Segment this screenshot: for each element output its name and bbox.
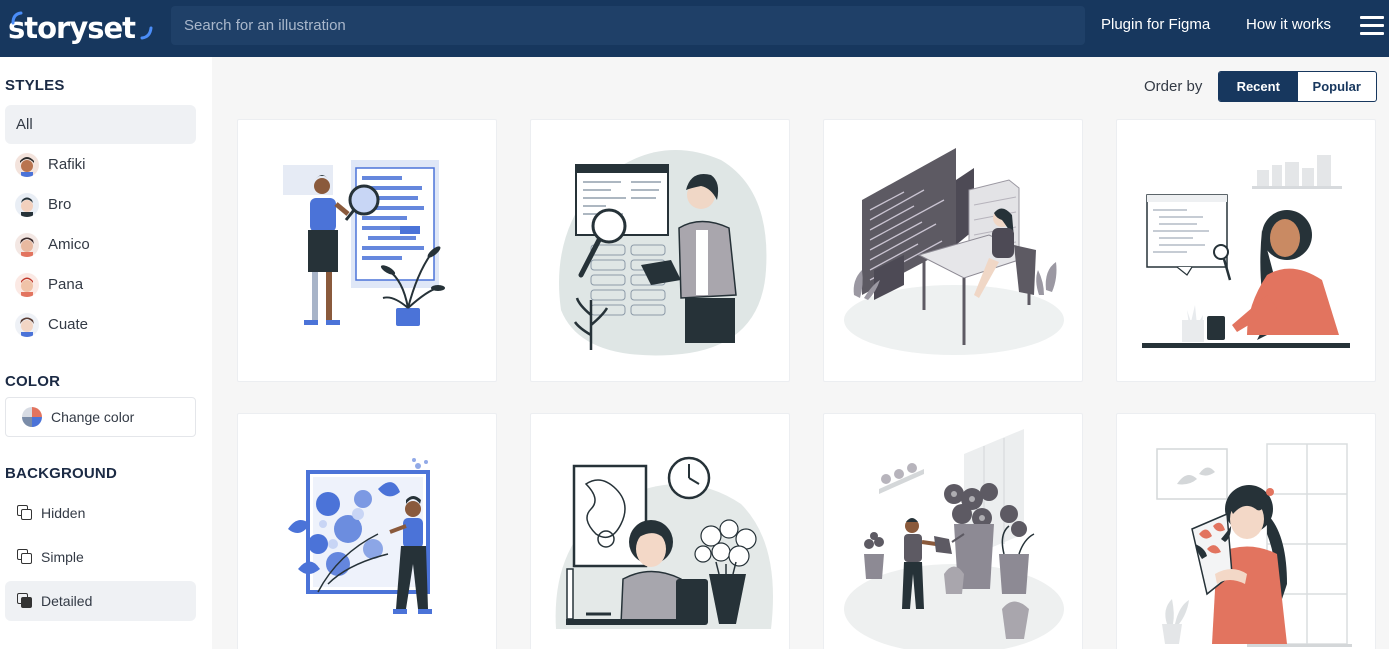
- style-item-label: Cuate: [48, 316, 89, 333]
- search-input[interactable]: [184, 17, 1085, 34]
- top-bar: storyset Plugin for Figma How it works: [0, 0, 1389, 57]
- style-item-bro[interactable]: Bro: [5, 185, 196, 224]
- color-wheel-icon: [22, 407, 42, 427]
- style-item-rafiki[interactable]: Rafiki: [5, 145, 196, 184]
- style-item-label: Rafiki: [48, 156, 86, 173]
- order-recent-button[interactable]: Recent: [1219, 72, 1298, 101]
- background-detailed[interactable]: Detailed: [5, 581, 196, 621]
- style-item-label: All: [16, 116, 33, 133]
- illustration-card[interactable]: [1116, 119, 1376, 382]
- style-item-label: Bro: [48, 196, 72, 213]
- floral-frame-illustration: [288, 458, 432, 614]
- bro-avatar-icon: [15, 192, 39, 217]
- color-title: COLOR: [5, 373, 61, 390]
- menu-icon[interactable]: [1360, 16, 1384, 36]
- logo-text: storyset: [8, 11, 136, 45]
- amico-avatar-icon: [15, 232, 39, 257]
- pana-avatar-icon: [15, 272, 39, 297]
- illustration-card[interactable]: [823, 119, 1083, 382]
- order-by-label: Order by: [1144, 78, 1203, 95]
- layers-icon: [17, 505, 33, 521]
- illustration-card[interactable]: [237, 119, 497, 382]
- style-item-label: Pana: [48, 276, 84, 293]
- search-bar[interactable]: [171, 6, 1085, 45]
- data-analysis-illustration: [559, 150, 767, 356]
- storyset-logo[interactable]: storyset: [8, 6, 153, 50]
- change-color-button[interactable]: Change color: [5, 397, 196, 437]
- rafiki-avatar-icon: [15, 152, 39, 177]
- code-review-illustration: [1142, 155, 1350, 348]
- logo-swoosh-icon: [11, 11, 23, 25]
- nav-how-it-works[interactable]: How it works: [1246, 16, 1331, 33]
- background-label: Hidden: [41, 505, 86, 521]
- illustration-card[interactable]: [530, 119, 790, 382]
- background-label: Detailed: [41, 593, 93, 609]
- flower-bouquet-illustration: [1156, 443, 1352, 647]
- background-simple[interactable]: Simple: [5, 537, 196, 577]
- styles-title: STYLES: [5, 77, 65, 94]
- search-document-illustration: [283, 160, 445, 326]
- logo-swoosh-end-icon: [140, 26, 153, 40]
- illustration-card[interactable]: [823, 413, 1083, 649]
- style-item-amico[interactable]: Amico: [5, 225, 196, 264]
- layers-icon: [17, 593, 33, 609]
- nav-plugin-for-figma[interactable]: Plugin for Figma: [1101, 16, 1210, 33]
- cuate-avatar-icon: [15, 312, 39, 337]
- style-item-all[interactable]: All: [5, 105, 196, 144]
- illustration-card[interactable]: [530, 413, 790, 649]
- office-worker-illustration: [555, 456, 773, 629]
- style-item-cuate[interactable]: Cuate: [5, 305, 196, 344]
- style-item-label: Amico: [48, 236, 90, 253]
- background-title: BACKGROUND: [5, 465, 117, 482]
- sidebar: STYLES All Rafiki Bro Amico Pana Cuate C…: [0, 57, 212, 649]
- order-popular-button[interactable]: Popular: [1298, 72, 1377, 101]
- illustration-card[interactable]: [237, 413, 497, 649]
- change-color-label: Change color: [51, 409, 135, 425]
- illustration-card[interactable]: [1116, 413, 1376, 649]
- order-by-toggle: Recent Popular: [1218, 71, 1377, 102]
- background-label: Simple: [41, 549, 84, 565]
- main-content: Order by Recent Popular: [212, 57, 1389, 649]
- coding-workstation-illustration: [844, 148, 1064, 355]
- gardening-plants-illustration: [844, 429, 1064, 649]
- layers-icon: [17, 549, 33, 565]
- style-item-pana[interactable]: Pana: [5, 265, 196, 304]
- background-hidden[interactable]: Hidden: [5, 493, 196, 533]
